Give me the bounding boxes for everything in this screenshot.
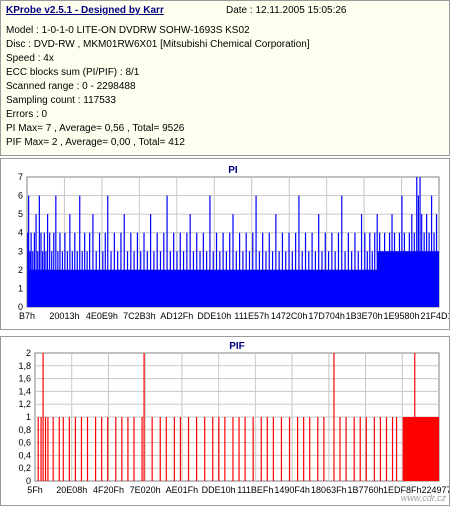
pi-chart-panel: PI 0 1 2 3 4 5 6 7 B7h 20013h 4E0E9h 7C2B3h AD12Fh DDE… (0, 158, 450, 330)
pi-xtick-label: 1B3E70h (346, 311, 383, 321)
pi-ytick-label: 1 (18, 283, 23, 293)
range-line: Scanned range : 0 - 2298488 (6, 81, 136, 92)
watermark: www.cdr.cz (400, 493, 446, 503)
pif-xtick-label: 4F20Fh (93, 485, 124, 495)
pif-summary-line: PIF Max= 2 , Average= 0,00 , Total= 412 (6, 137, 185, 148)
pif-ytick-label: 1,8 (18, 361, 31, 371)
pif-ytick-label: 0,2 (18, 463, 31, 473)
pif-ytick-label: 1,2 (18, 399, 31, 409)
pi-chart-title: PI (228, 165, 238, 176)
pif-ytick-label: 0,8 (18, 425, 31, 435)
pif-ytick-label: 0,4 (18, 450, 31, 460)
pif-xtick-label: 5Fh (27, 485, 43, 495)
pi-xtick-label: 4E0E9h (86, 311, 118, 321)
pi-xtick-label: 17D704h (308, 311, 345, 321)
pif-xtick-label: 1490F4h (274, 485, 310, 495)
pi-ytick-label: 6 (18, 191, 23, 201)
pi-chart: PI01234567B7h 20013h 4E0E9h 7C2B3h AD12Fh DDE… (18, 165, 450, 321)
pi-xtick-label: 1E9580h (384, 311, 420, 321)
pi-xtick-label: 111E57h (234, 311, 269, 321)
ecc-line: ECC blocks sum (PI/PIF) : 8/1 (6, 67, 140, 78)
pi-ytick-label: 5 (18, 209, 23, 219)
speed-line: Speed : 4x (6, 53, 54, 64)
pif-chart: PIF00,20,40,60,811,21,41,61,825Fh 20E08h 4… (18, 341, 450, 495)
pif-chart-panel: PIF 0 0,2 0,4 0,6 0,8 1 1,2 1,4 1,6 1,8 2 5Fh 20E08h 4… (0, 336, 450, 506)
pi-dense-band (377, 251, 439, 307)
info-panel: KProbe v2.5.1 - Designed by Karr Date : … (0, 0, 450, 156)
pif-xtick-label: 20E08h (56, 485, 87, 495)
pi-xtick-label: B7h (19, 311, 35, 321)
pi-ytick-label: 3 (18, 246, 23, 256)
errors-line: Errors : 0 (6, 109, 48, 120)
pif-xtick-label: DDE10h (202, 485, 236, 495)
pif-xtick-label: AE01Fh (166, 485, 199, 495)
pi-xtick-label: 20013h (49, 311, 79, 321)
pif-ytick-label: 2 (26, 348, 31, 358)
pi-ytick-label: 7 (18, 172, 23, 182)
pi-xtick-label: 7C2B3h (123, 311, 156, 321)
pif-dense-band (402, 417, 439, 481)
scan-date: Date : 12.11.2005 15:05:26 (226, 5, 347, 16)
pi-ytick-label: 4 (18, 228, 23, 238)
pif-ytick-label: 1,4 (18, 386, 31, 396)
disc-line: Disc : DVD-RW , MKM01RW6X01 [Mitsubishi … (6, 39, 310, 50)
pif-xtick-label: 1B7760h (348, 485, 384, 495)
pif-xtick-label: 18063Fh (311, 485, 347, 495)
pif-chart-title: PIF (229, 341, 245, 352)
pi-xtick-label: 1472C0h (271, 311, 308, 321)
pi-xtick-label: AD12Fh (160, 311, 193, 321)
model-line: Model : 1-0-1-0 LITE-ON DVDRW SOHW-1693S… (6, 25, 250, 36)
pif-ytick-label: 0,6 (18, 438, 31, 448)
pif-ytick-label: 1,6 (18, 374, 31, 384)
pi-xtick-label: 21F4D1h (420, 311, 449, 321)
pi-summary-line: PI Max= 7 , Average= 0,56 , Total= 9526 (6, 123, 185, 134)
pif-xtick-label: 111BEFh (237, 485, 273, 495)
app-title: KProbe v2.5.1 - Designed by Karr (6, 5, 164, 16)
pif-xtick-label: 7E020h (130, 485, 161, 495)
pi-ytick-label: 2 (18, 265, 23, 275)
sampling-line: Sampling count : 117533 (6, 95, 116, 106)
pif-ytick-label: 1 (26, 412, 31, 422)
pi-xtick-label: DDE10h (197, 311, 231, 321)
